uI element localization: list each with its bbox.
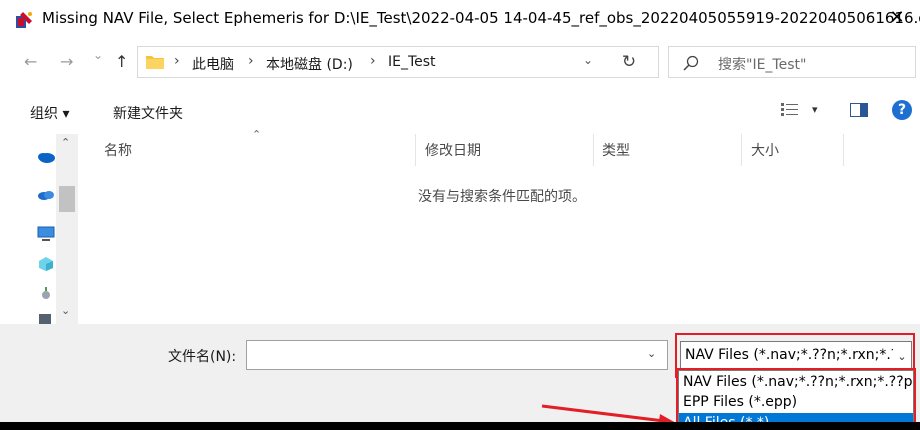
scroll-up-arrow[interactable]: ⌃ [61, 136, 70, 149]
new-folder-button[interactable]: 新建文件夹 [113, 103, 183, 123]
breadcrumb-separator: › [248, 53, 254, 69]
column-header-date-modified[interactable]: 修改日期 [425, 140, 481, 160]
column-divider[interactable] [843, 134, 844, 166]
file-open-dialog: Missing NAV File, Select Ephemeris for D… [0, 0, 920, 430]
file-list: ⌃ 名称 修改日期 类型 大小 没有与搜索条件匹配的项。 [80, 128, 920, 324]
title-bar: Missing NAV File, Select Ephemeris for D… [0, 0, 920, 38]
forward-button[interactable]: → [60, 52, 73, 71]
3d-objects-icon[interactable] [36, 256, 56, 272]
onedrive-icon[interactable] [36, 148, 56, 164]
breadcrumb-this-pc[interactable]: 此电脑 [192, 54, 234, 74]
column-divider[interactable] [741, 134, 742, 166]
search-input[interactable]: 搜索"IE_Test" [668, 46, 916, 78]
up-button[interactable]: ↑ [115, 52, 128, 71]
empty-results-message: 没有与搜索条件匹配的项。 [418, 189, 586, 205]
column-header-name[interactable]: 名称 [104, 140, 132, 160]
column-header-size[interactable]: 大小 [751, 140, 779, 160]
view-options-icon[interactable] [780, 102, 800, 118]
help-icon[interactable]: ? [892, 100, 912, 120]
app-icon [16, 12, 32, 28]
address-dropdown-icon[interactable]: ⌄ [583, 53, 593, 67]
file-type-select[interactable]: NAV Files (*.nav;*.??n;*.rxn;*.??p) ⌄ [680, 341, 912, 371]
breadcrumb-separator: › [370, 53, 376, 69]
filename-input[interactable] [246, 340, 668, 370]
computer-icon[interactable] [36, 226, 56, 242]
filename-label: 文件名(N): [168, 349, 237, 365]
column-divider[interactable] [415, 134, 416, 166]
address-bar[interactable]: › 此电脑 › 本地磁盘 (D:) › IE_Test ⌄ [137, 46, 659, 78]
column-divider[interactable] [593, 134, 594, 166]
window-title: Missing NAV File, Select Ephemeris for D… [42, 9, 920, 27]
filename-dropdown-icon[interactable]: ⌄ [647, 347, 656, 360]
organize-menu[interactable]: 组织 ▾ [30, 103, 69, 123]
sort-indicator-icon: ⌃ [252, 128, 262, 141]
file-type-selected-value: NAV Files (*.nav;*.??n;*.rxn;*.??p) [685, 347, 912, 363]
navigation-bar: ← → ⌄ ↑ › 此电脑 › 本地磁盘 (D:) › IE_Test ⌄ ↻ … [0, 44, 920, 82]
file-type-dropdown-icon[interactable]: ⌄ [893, 342, 911, 370]
close-button[interactable]: ✕ [874, 0, 920, 34]
cloud-icon[interactable] [36, 186, 56, 202]
network-icon[interactable] [36, 286, 56, 302]
command-toolbar: 组织 ▾ 新建文件夹 ▾ ? [0, 93, 920, 129]
breadcrumb-separator: › [174, 53, 180, 69]
recent-locations-button[interactable]: ⌄ [93, 48, 103, 62]
scroll-down-arrow[interactable]: ⌄ [61, 304, 70, 317]
dropdown-annotation-box [676, 368, 916, 430]
search-placeholder: 搜索"IE_Test" [718, 57, 807, 73]
back-button[interactable]: ← [24, 52, 37, 71]
search-icon [683, 55, 699, 71]
taskbar-edge [0, 422, 920, 430]
preview-pane-icon[interactable] [850, 103, 868, 117]
scrollbar-thumb[interactable] [59, 186, 75, 212]
breadcrumb-local-disk[interactable]: 本地磁盘 (D:) [266, 54, 353, 74]
breadcrumb-ie-test[interactable]: IE_Test [388, 54, 436, 70]
column-header-type[interactable]: 类型 [602, 140, 630, 160]
folder-icon [146, 56, 164, 69]
refresh-button[interactable]: ↻ [608, 46, 650, 78]
view-dropdown-icon[interactable]: ▾ [812, 103, 818, 116]
navigation-pane-scrollbar[interactable]: ⌃ ⌄ [56, 134, 78, 324]
